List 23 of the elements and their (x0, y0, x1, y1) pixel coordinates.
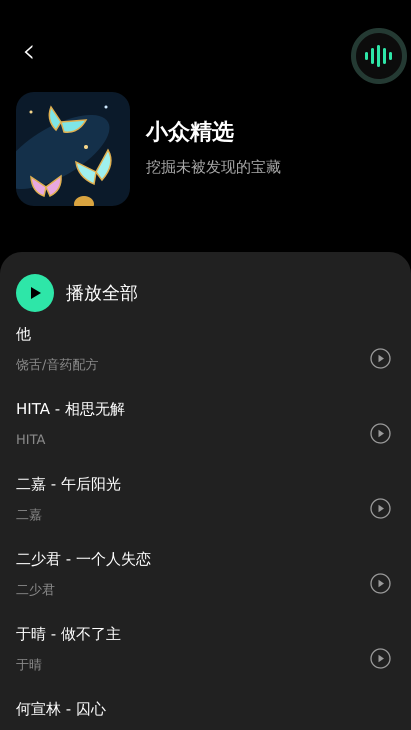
song-title[interactable]: 二嘉 - 午后阳光 (16, 470, 121, 498)
back-button[interactable]: ‹ (16, 36, 42, 66)
song-title[interactable]: HITA - 相思无解 (16, 395, 125, 423)
play-button[interactable] (370, 646, 391, 670)
song-artist: 饶舌/音药配方 (16, 357, 98, 375)
song-title[interactable]: 何宣林 - 囚心 (16, 695, 106, 723)
play-all-label: 播放全部 (66, 282, 138, 306)
song-artist: 二嘉 (16, 507, 43, 525)
sound-wave-icon (364, 45, 394, 67)
playlist-subtitle: 挖掘未被发现的宝藏 (146, 156, 281, 178)
song-artist: 二少君 (16, 582, 56, 600)
song-title[interactable]: 他 (16, 320, 98, 348)
play-icon (16, 274, 54, 312)
song-artist: HITA (16, 432, 46, 450)
play-button[interactable] (370, 420, 391, 444)
song-title[interactable]: 二少君 - 一个人失恋 (16, 545, 151, 573)
playlist-title: 小众精选 (146, 120, 235, 146)
play-button[interactable] (370, 496, 391, 520)
song-artist: 于晴 (16, 657, 43, 675)
play-all-button[interactable]: 播放全部 (16, 252, 138, 320)
play-button[interactable] (370, 346, 391, 370)
song-title[interactable]: 于晴 - 做不了主 (16, 620, 121, 648)
play-button[interactable] (370, 570, 391, 594)
